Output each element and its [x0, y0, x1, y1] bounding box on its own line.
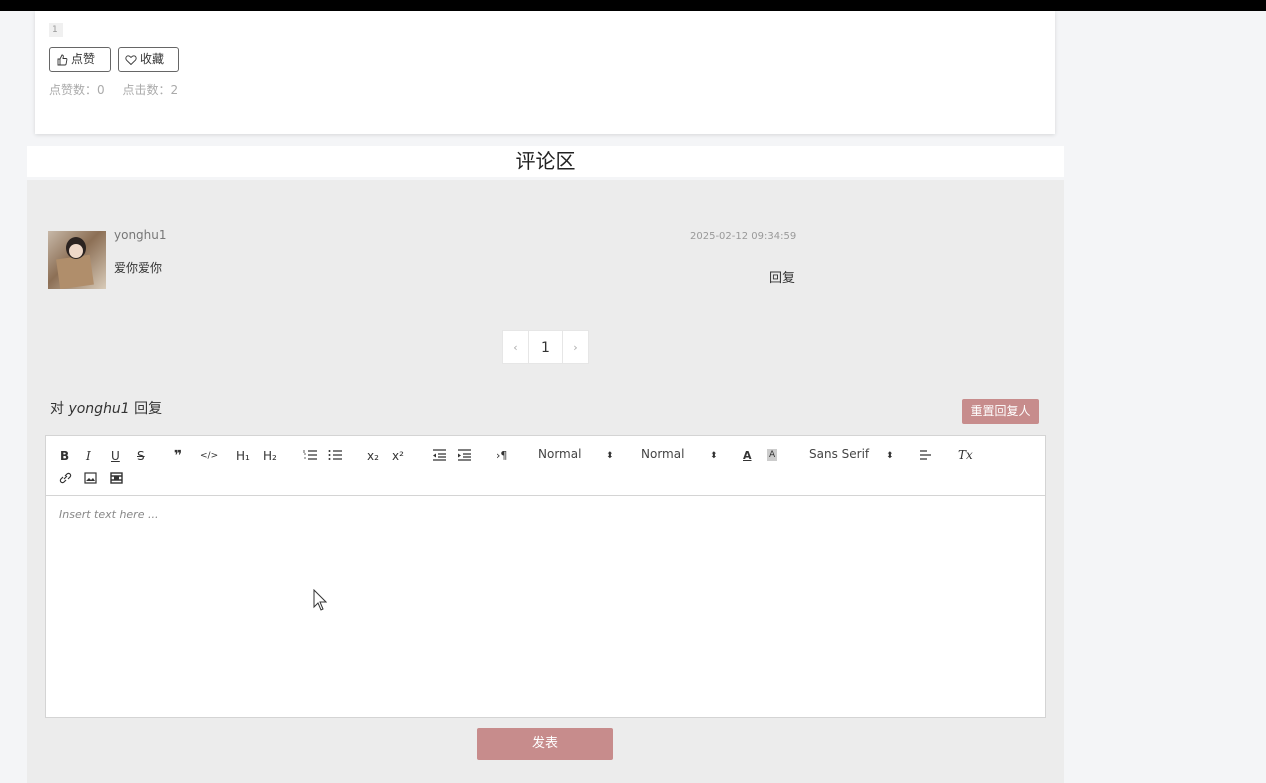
bold-button[interactable]: B [60, 448, 69, 464]
pagination-next-button[interactable]: › [562, 330, 589, 364]
font-select[interactable]: Sans Serif [809, 446, 869, 462]
ordered-list-icon[interactable] [303, 449, 317, 461]
link-icon[interactable] [59, 472, 72, 484]
outdent-icon[interactable] [432, 449, 446, 461]
size-select-arrows-icon: ⬍ [606, 451, 614, 461]
pagination-prev-button[interactable]: ‹ [502, 330, 529, 364]
italic-button[interactable]: I [86, 448, 91, 464]
underline-button[interactable]: U [111, 448, 120, 464]
align-icon[interactable] [919, 450, 932, 461]
window-top-bar [0, 0, 1266, 11]
reply-target-label: 对 yonghu1 回复 [50, 398, 162, 418]
header-select-arrows-icon: ⬍ [710, 451, 718, 461]
reset-reply-target-button[interactable]: 重置回复人 [962, 399, 1039, 424]
thumbs-up-icon [57, 54, 68, 65]
text-direction-button[interactable]: ›¶ [496, 448, 507, 464]
rich-text-editor: B I U S ❞ </> H₁ H₂ x₂ x² ›¶ Normal ⬍ No… [45, 435, 1046, 718]
font-select-arrows-icon: ⬍ [886, 451, 894, 461]
text-color-button[interactable]: A [743, 448, 752, 464]
bullet-list-icon[interactable] [328, 449, 342, 461]
subscript-button[interactable]: x₂ [367, 448, 379, 464]
comment-timestamp: 2025-02-12 09:34:59 [690, 231, 797, 242]
code-block-button[interactable]: </> [200, 448, 218, 464]
comment-section-title: 评论区 [27, 146, 1064, 177]
avatar [48, 231, 106, 289]
size-select[interactable]: Normal [538, 446, 581, 462]
reply-target-user: yonghu1 [68, 401, 130, 417]
comment-area: yonghu1 爱你爱你 2025-02-12 09:34:59 回复 ‹ 1 … [27, 180, 1064, 783]
like-button[interactable]: 点赞 [49, 47, 111, 72]
heart-icon [125, 54, 137, 65]
editor-toolbar: B I U S ❞ </> H₁ H₂ x₂ x² ›¶ Normal ⬍ No… [46, 436, 1045, 496]
video-icon[interactable] [110, 472, 123, 484]
post-stats: 点赞数：0 点击数：2 [49, 81, 178, 98]
indent-icon[interactable] [457, 449, 471, 461]
superscript-button[interactable]: x² [392, 448, 404, 464]
comment-reply-button[interactable]: 回复 [769, 267, 795, 286]
header-2-button[interactable]: H₂ [263, 448, 277, 464]
header-select[interactable]: Normal [641, 446, 684, 462]
background-color-button[interactable]: A [767, 449, 778, 461]
pagination-page-1[interactable]: 1 [529, 330, 562, 364]
mouse-cursor-icon [313, 589, 327, 611]
strike-button[interactable]: S [137, 448, 145, 464]
reply-prefix: 对 [50, 401, 64, 417]
post-card: 1 点赞 收藏 点赞数：0 点击数：2 [35, 11, 1055, 134]
post-tag: 1 [49, 23, 63, 37]
favorite-button[interactable]: 收藏 [118, 47, 179, 72]
clear-format-button[interactable]: Tx [958, 447, 973, 463]
blockquote-button[interactable]: ❞ [174, 448, 182, 464]
like-label: 点赞 [71, 52, 96, 66]
reply-suffix: 回复 [134, 401, 163, 417]
like-count: 点赞数：0 [49, 83, 105, 97]
editor-input[interactable]: Insert text here ... [59, 508, 158, 521]
comment-text: 爱你爱你 [114, 261, 163, 275]
comment-username: yonghu1 [114, 228, 167, 242]
click-count: 点击数：2 [122, 83, 179, 97]
header-1-button[interactable]: H₁ [236, 448, 250, 464]
pagination: ‹ 1 › [502, 330, 589, 364]
publish-button[interactable]: 发表 [477, 728, 613, 760]
favorite-label: 收藏 [140, 52, 165, 66]
image-icon[interactable] [84, 472, 97, 484]
